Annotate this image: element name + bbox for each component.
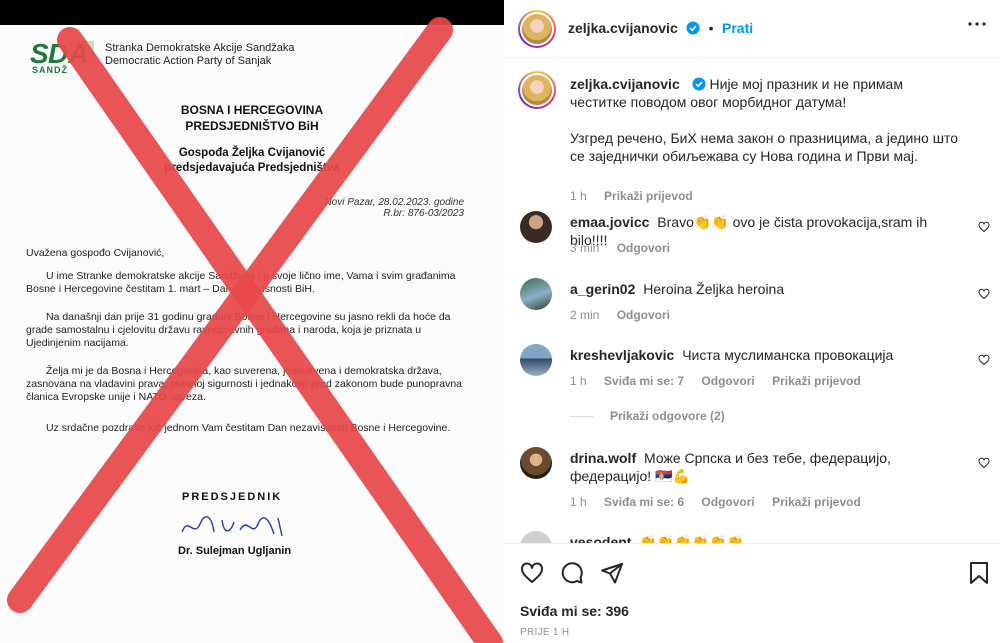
- caption-text-second: Узгред речено, БиХ нема закон о празници…: [570, 130, 958, 164]
- comment-icon[interactable]: [560, 561, 584, 585]
- comment-likes[interactable]: Sviđa mi se: 7: [604, 374, 684, 388]
- translate-link[interactable]: Prikaži prijevod: [772, 495, 861, 509]
- commenter-avatar[interactable]: [520, 447, 552, 479]
- letter-document: S DA SANDŽ Stranka Demokratske Akcije Sa…: [0, 25, 504, 643]
- separator-dot: •: [708, 20, 714, 36]
- comment-time: 3 min: [570, 241, 600, 255]
- follow-button[interactable]: Prati: [722, 20, 753, 36]
- caption-username[interactable]: zeljka.cvijanovic: [570, 76, 680, 92]
- commenter-username[interactable]: kreshevljakovic: [570, 347, 674, 363]
- commenter-username[interactable]: a_gerin02: [570, 281, 635, 297]
- post-sidebar: zeljka.cvijanovic • Prati zeljka.cvijano…: [504, 0, 1000, 643]
- verified-icon: [686, 21, 700, 35]
- comment-likes[interactable]: Sviđa mi se: 6: [604, 495, 684, 509]
- author-avatar[interactable]: [518, 10, 556, 48]
- letter-addressee-title: predsjedavajuća Predsjedništva: [164, 162, 340, 174]
- translate-link[interactable]: Prikaži prijevod: [772, 374, 861, 388]
- heart-icon[interactable]: [520, 561, 544, 585]
- likes-count[interactable]: Sviđa mi se: 396: [520, 603, 629, 619]
- svg-text:SANDŽ: SANDŽ: [32, 64, 68, 75]
- letter-paragraph: Uz srdačne pozdrave još jednom Vam česti…: [46, 422, 451, 434]
- commenter-username[interactable]: emaa.jovicc: [570, 214, 649, 230]
- reply-link[interactable]: Odgovori: [701, 374, 754, 388]
- commenter-username[interactable]: vesodent: [570, 534, 631, 543]
- letter-ref: R.br: 876-03/2023: [383, 208, 464, 219]
- share-icon[interactable]: [600, 561, 624, 585]
- caption-time: 1 h: [570, 189, 587, 203]
- letter-paragraph: Želja mi je da Bosna i Hercegovina, kao …: [26, 365, 463, 403]
- reply-link[interactable]: Odgovori: [701, 495, 754, 509]
- sda-logo: S DA SANDŽ: [30, 38, 94, 75]
- comment-time: 2 min: [570, 308, 600, 322]
- verified-icon: [692, 77, 706, 91]
- signature-title: PREDSJEDNIK: [182, 491, 283, 503]
- heart-icon[interactable]: [978, 221, 990, 233]
- image-top-bar: [0, 0, 504, 25]
- letter-header-presidency: PREDSJEDNIŠTVO BiH: [185, 119, 319, 133]
- heart-icon[interactable]: [978, 457, 990, 469]
- heart-icon[interactable]: [978, 354, 990, 366]
- letter-header-country: BOSNA I HERCEGOVINA: [180, 103, 324, 117]
- comment-time: 1 h: [570, 495, 587, 509]
- letter-paragraph: Na današnji dan prije 31 godinu građani …: [26, 311, 451, 349]
- commenter-avatar[interactable]: [520, 531, 552, 543]
- caption-translate-link[interactable]: Prikaži prijevod: [604, 189, 693, 203]
- author-line: zeljka.cvijanovic • Prati: [568, 20, 753, 38]
- bookmark-icon[interactable]: [968, 561, 990, 585]
- comment-text: Чиста муслиманска провокација: [682, 347, 894, 363]
- commenter-avatar[interactable]: [520, 344, 552, 376]
- more-options-icon[interactable]: [968, 22, 986, 26]
- commenter-username[interactable]: drina.wolf: [570, 450, 636, 466]
- caption-avatar[interactable]: [518, 71, 556, 109]
- comment-text: Heroina Željka heroina: [643, 281, 785, 297]
- letter-greeting: Uvažena gospođo Cvijanović,: [26, 247, 165, 259]
- org-name: Stranka Demokratske Akcije Sandžaka Demo…: [105, 42, 295, 67]
- signature-name: Dr. Sulejman Ugljanin: [178, 545, 292, 557]
- handwritten-signature: [181, 515, 283, 537]
- letter-date: Novi Pazar, 28.02.2023. godine: [324, 197, 464, 208]
- view-replies-button[interactable]: Prikaži odgovore (2): [570, 409, 725, 423]
- comment-text: 👏👏👏👏👏👏: [639, 534, 744, 543]
- post-header: zeljka.cvijanovic • Prati: [504, 0, 1000, 58]
- reply-link[interactable]: Odgovori: [617, 241, 670, 255]
- commenter-avatar[interactable]: [520, 278, 552, 310]
- post-time: PRIJE 1 H: [520, 627, 570, 638]
- letter-paragraph: U ime Stranke demokratske akcije Sandžak…: [26, 270, 456, 295]
- letter-addressee: Gospođa Željka Cvijanović: [178, 147, 326, 159]
- reply-link[interactable]: Odgovori: [617, 308, 670, 322]
- heart-icon[interactable]: [978, 288, 990, 300]
- comments-list[interactable]: zeljka.cvijanovic Није мој празник и не …: [504, 59, 1000, 543]
- post-image[interactable]: S DA SANDŽ Stranka Demokratske Akcije Sa…: [0, 0, 504, 643]
- post-actions: Sviđa mi se: 396 PRIJE 1 H: [504, 543, 1000, 643]
- author-username[interactable]: zeljka.cvijanovic: [568, 20, 678, 36]
- commenter-avatar[interactable]: [520, 211, 552, 243]
- comment-time: 1 h: [570, 374, 587, 388]
